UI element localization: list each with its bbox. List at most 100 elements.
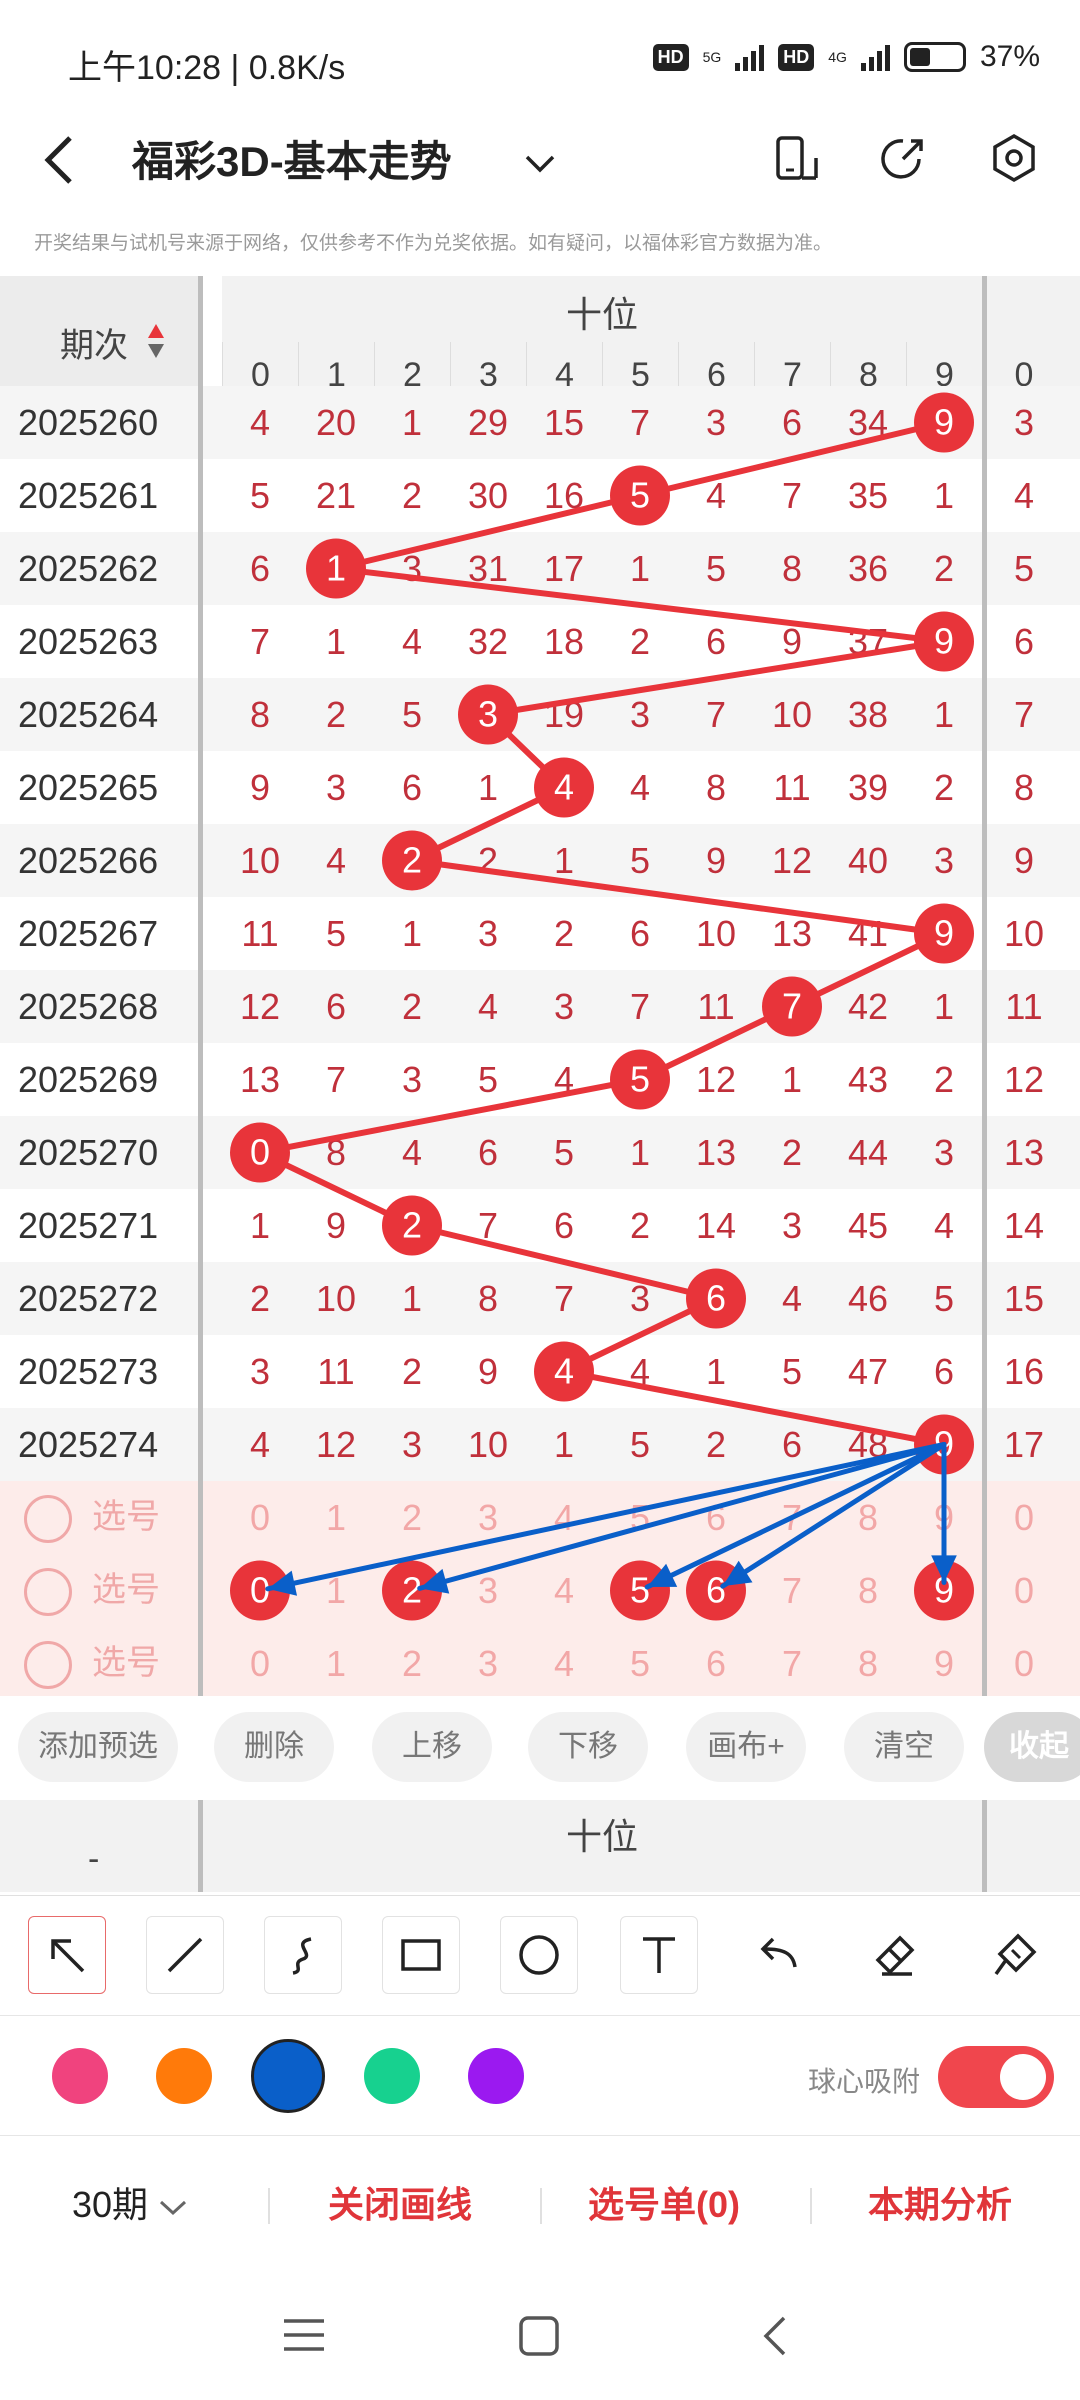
selectable-number[interactable]: 7 <box>754 1554 830 1627</box>
selection-row[interactable]: 选号 0 1 2 3 4 5 6 7 8 9 0 <box>0 1554 1080 1627</box>
pick-list-button[interactable]: 选号单(0) <box>588 2176 740 2228</box>
add-preselect-button[interactable]: 添加预选 <box>18 1712 178 1782</box>
next-zone-cell[interactable]: 0 <box>986 1481 1062 1554</box>
omission-cell: 37 <box>847 621 889 662</box>
menu-icon[interactable] <box>282 2315 326 2360</box>
sort-icon[interactable] <box>146 322 166 362</box>
selectable-number[interactable]: 2 <box>374 1627 450 1696</box>
period-count-label: 30期 <box>72 2184 149 2225</box>
omission-cell: 4 <box>401 621 423 662</box>
collapse-button[interactable]: 收起 <box>984 1712 1080 1782</box>
canvas-add-button[interactable]: 画布+ <box>686 1712 806 1782</box>
share-icon[interactable] <box>874 128 934 188</box>
omission-cell: 15 <box>543 402 585 443</box>
chevron-down-icon[interactable] <box>510 134 570 194</box>
omission-cell: 9 <box>933 621 955 662</box>
move-up-button[interactable]: 上移 <box>372 1712 492 1782</box>
selectable-number[interactable]: 3 <box>450 1554 526 1627</box>
selectable-number[interactable]: 4 <box>526 1554 602 1627</box>
eraser-icon[interactable] <box>856 1916 934 1994</box>
selectable-number[interactable]: 5 <box>602 1554 678 1627</box>
clear-button[interactable]: 清空 <box>844 1712 964 1782</box>
color-swatch[interactable] <box>468 2048 524 2104</box>
selectable-number[interactable]: 4 <box>526 1627 602 1696</box>
select-radio[interactable] <box>24 1568 72 1616</box>
omission-cell: 2 <box>477 840 499 881</box>
omission-cell: 5 <box>705 548 727 589</box>
next-zone-cell[interactable]: 0 <box>986 1554 1062 1627</box>
select-radio[interactable] <box>24 1495 72 1543</box>
back-icon[interactable] <box>40 130 80 203</box>
selectable-number[interactable]: 3 <box>450 1481 526 1554</box>
selectable-number[interactable]: 8 <box>830 1481 906 1554</box>
device-icon[interactable] <box>766 128 826 188</box>
next-zone-cell: 3 <box>1013 402 1035 443</box>
hd-badge-2: HD <box>778 43 815 71</box>
snap-label: 球心吸附 <box>808 2066 921 2097</box>
delete-button[interactable]: 删除 <box>214 1712 334 1782</box>
selectable-number[interactable]: 7 <box>754 1627 830 1696</box>
color-swatch[interactable] <box>52 2048 108 2104</box>
omission-cell: 5 <box>629 1059 651 1100</box>
selectable-number[interactable]: 8 <box>830 1627 906 1696</box>
selectable-number[interactable]: 1 <box>298 1554 374 1627</box>
omission-cell: 5 <box>553 1132 575 1173</box>
rectangle-tool-icon[interactable] <box>382 1916 460 1994</box>
undo-icon[interactable] <box>738 1916 816 1994</box>
next-zone-cell: 12 <box>1003 1059 1045 1100</box>
line-tool-icon[interactable] <box>146 1916 224 1994</box>
selectable-number[interactable]: 7 <box>754 1481 830 1554</box>
omission-cell: 6 <box>781 1424 803 1465</box>
selectable-number[interactable]: 1 <box>298 1481 374 1554</box>
color-swatch[interactable] <box>156 2048 212 2104</box>
selectable-number[interactable]: 8 <box>830 1554 906 1627</box>
selectable-number[interactable]: 9 <box>906 1481 982 1554</box>
back-nav-icon[interactable] <box>760 2315 790 2362</box>
selectable-number[interactable]: 9 <box>906 1627 982 1696</box>
omission-cell: 9 <box>325 1205 347 1246</box>
selectable-number[interactable]: 0 <box>222 1481 298 1554</box>
next-zone-cell: 5 <box>1013 548 1035 589</box>
selectable-number[interactable]: 0 <box>222 1627 298 1696</box>
select-radio[interactable] <box>24 1641 72 1689</box>
omission-cell: 9 <box>933 913 955 954</box>
period-number: 2025268 <box>18 986 159 1027</box>
settings-icon[interactable] <box>984 128 1044 188</box>
omission-cell: 6 <box>401 767 423 808</box>
next-zone-cell[interactable]: 0 <box>986 1627 1062 1696</box>
circle-tool-icon[interactable] <box>500 1916 578 1994</box>
selectable-number[interactable]: 1 <box>298 1627 374 1696</box>
move-down-button[interactable]: 下移 <box>528 1712 648 1782</box>
selectable-number[interactable]: 5 <box>602 1627 678 1696</box>
selectable-number[interactable]: 6 <box>678 1481 754 1554</box>
color-swatch[interactable] <box>251 2039 325 2113</box>
selectable-number[interactable]: 4 <box>526 1481 602 1554</box>
pointer-tool-icon[interactable] <box>28 1916 106 1994</box>
selectable-number[interactable]: 6 <box>678 1554 754 1627</box>
text-tool-icon[interactable] <box>620 1916 698 1994</box>
trend-chart[interactable]: 期次 十位 0123456789 0 2025260 4 20 1 29 15 7 3 6 34 9… <box>0 276 1080 1696</box>
selection-row[interactable]: 选号 0 1 2 3 4 5 6 7 8 9 0 <box>0 1481 1080 1554</box>
omission-cell: 4 <box>553 1351 575 1392</box>
snap-toggle[interactable] <box>938 2046 1054 2108</box>
close-lines-button[interactable]: 关闭画线 <box>328 2176 472 2228</box>
period-count-select[interactable]: 30期 <box>72 2176 188 2228</box>
data-disclaimer: 开奖结果与试机号来源于网络，仅供参考不作为兑奖依据。如有疑问，以福体彩官方数据为… <box>34 233 833 254</box>
second-chart-dash: - <box>88 1840 100 1878</box>
selectable-number[interactable]: 6 <box>678 1627 754 1696</box>
selection-row[interactable]: 选号 0 1 2 3 4 5 6 7 8 9 0 <box>0 1627 1080 1696</box>
period-number: 2025266 <box>18 840 159 881</box>
period-analysis-button[interactable]: 本期分析 <box>868 2176 1012 2228</box>
curve-tool-icon[interactable] <box>264 1916 342 1994</box>
omission-cell: 2 <box>781 1132 803 1173</box>
clear-brush-icon[interactable] <box>976 1916 1054 1994</box>
omission-cell: 38 <box>847 694 889 735</box>
color-swatch[interactable] <box>364 2048 420 2104</box>
selectable-number[interactable]: 9 <box>906 1554 982 1627</box>
selectable-number[interactable]: 2 <box>374 1481 450 1554</box>
selectable-number[interactable]: 2 <box>374 1554 450 1627</box>
selectable-number[interactable]: 0 <box>222 1554 298 1627</box>
home-icon[interactable] <box>518 2315 560 2362</box>
selectable-number[interactable]: 3 <box>450 1627 526 1696</box>
selectable-number[interactable]: 5 <box>602 1481 678 1554</box>
